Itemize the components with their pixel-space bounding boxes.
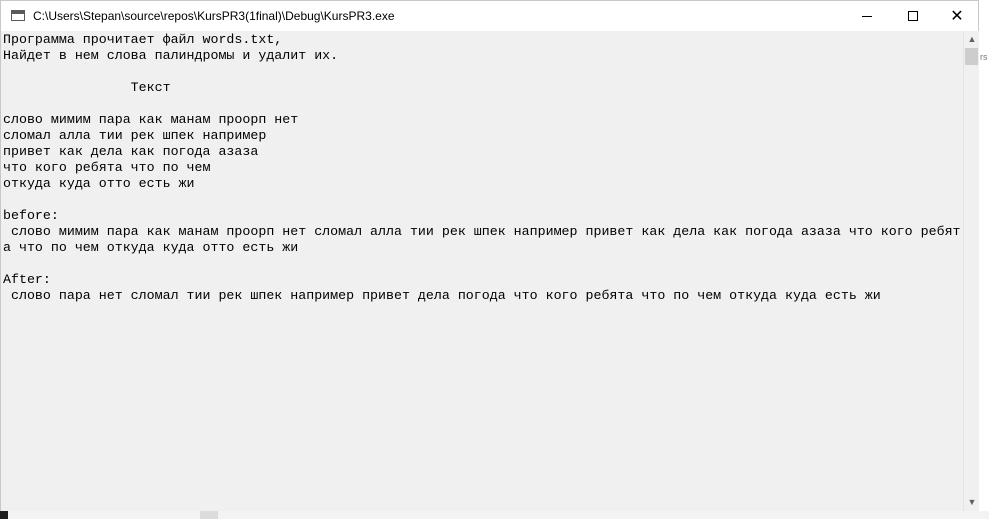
- minimize-icon: [862, 15, 872, 17]
- scroll-up-arrow-icon[interactable]: ▲: [964, 31, 980, 48]
- console-app-icon: [11, 10, 25, 21]
- maximize-button[interactable]: [890, 1, 936, 31]
- vertical-scrollbar[interactable]: ▲ ▼: [963, 31, 979, 511]
- console-window: C:\Users\Stepan\source\repos\KursPR3(1fi…: [0, 0, 979, 511]
- minimize-button[interactable]: [844, 1, 890, 31]
- close-icon: ✕: [950, 8, 964, 25]
- taskbar-segment: [200, 511, 218, 519]
- taskbar-edge: [0, 511, 989, 519]
- title-bar[interactable]: C:\Users\Stepan\source\repos\KursPR3(1fi…: [1, 1, 978, 31]
- window-title: C:\Users\Stepan\source\repos\KursPR3(1fi…: [33, 9, 395, 23]
- console-output-text: Программа прочитает файл words.txt, Найд…: [3, 32, 961, 303]
- scroll-down-arrow-icon[interactable]: ▼: [964, 494, 980, 511]
- background-window-strip: [979, 0, 989, 519]
- maximize-icon: [908, 11, 918, 21]
- taskbar-start-corner: [0, 511, 8, 519]
- close-button[interactable]: ✕: [934, 1, 980, 31]
- scroll-thumb[interactable]: [965, 48, 978, 65]
- console-output-area[interactable]: Программа прочитает файл words.txt, Найд…: [1, 31, 963, 511]
- background-window-text: rs: [980, 52, 988, 62]
